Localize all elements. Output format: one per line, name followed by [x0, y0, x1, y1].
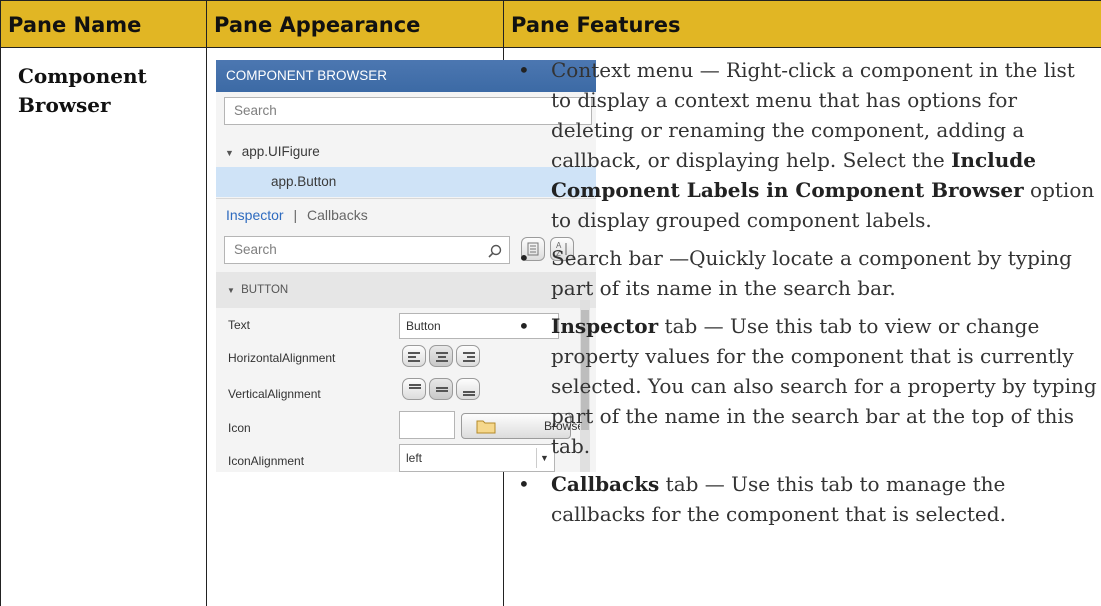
search-icon[interactable]	[488, 244, 502, 258]
callbacks-term: Callbacks	[551, 472, 660, 496]
list-item-callbacks-tab: • Callbacks tab — Use this tab to manage …	[510, 469, 1100, 529]
tree-item-root[interactable]: ▼ app.UIFigure	[225, 144, 320, 159]
vertical-alignment-buttons	[402, 378, 480, 400]
icon-alignment-value: left	[406, 451, 423, 465]
align-bottom-button[interactable]	[456, 378, 480, 400]
tab-inspector[interactable]: Inspector	[226, 207, 284, 223]
pane-name-cell: Component Browser	[18, 62, 198, 120]
inspector-term: Inspector	[551, 314, 659, 338]
property-search-input[interactable]: Search	[224, 236, 510, 264]
bullet: •	[518, 472, 530, 496]
search-bar-text: Search bar —Quickly locate a component b…	[551, 246, 1072, 300]
tree-item-button[interactable]: app.Button	[271, 174, 336, 189]
section-header-label: BUTTON	[241, 284, 289, 296]
inspector-tabs: Inspector | Callbacks	[226, 207, 368, 223]
pane-features-list: • Context menu — Right-click a component …	[510, 55, 1100, 537]
header-pane-features: Pane Features	[511, 13, 681, 37]
chevron-down-icon: ▼	[227, 286, 235, 295]
list-item-context-menu: • Context menu — Right-click a component …	[510, 55, 1100, 235]
pane-table: Pane Name Pane Appearance Pane Features …	[0, 0, 1101, 606]
bullet: •	[518, 246, 530, 270]
align-right-button[interactable]	[456, 345, 480, 367]
align-middle-button[interactable]	[429, 378, 453, 400]
header-pane-appearance: Pane Appearance	[214, 13, 421, 37]
horizontal-alignment-buttons	[402, 345, 480, 367]
tree-item-root-label: app.UIFigure	[241, 144, 320, 159]
property-horizontal-alignment-label: HorizontalAlignment	[228, 351, 336, 365]
property-text-label: Text	[228, 318, 251, 332]
pane-name-line-2: Browser	[18, 93, 111, 117]
align-top-button[interactable]	[402, 378, 426, 400]
tab-separator: |	[293, 207, 298, 223]
folder-icon	[476, 420, 496, 434]
align-center-button[interactable]	[429, 345, 453, 367]
chevron-down-icon: ▼	[225, 148, 234, 158]
tab-callbacks[interactable]: Callbacks	[307, 207, 368, 223]
bullet: •	[518, 58, 530, 82]
list-item-inspector-tab: • Inspector tab — Use this tab to view or…	[510, 311, 1100, 461]
pane-name-line-1: Component	[18, 64, 147, 88]
property-vertical-alignment-label: VerticalAlignment	[228, 387, 321, 401]
bullet: •	[518, 314, 530, 338]
property-icon-alignment-label: IconAlignment	[228, 454, 305, 468]
table-border-left	[0, 0, 1, 606]
align-left-button[interactable]	[402, 345, 426, 367]
property-icon-label: Icon	[228, 421, 251, 435]
header-pane-name: Pane Name	[8, 13, 142, 37]
column-divider-1	[206, 0, 207, 606]
property-icon-field[interactable]	[399, 411, 455, 439]
list-item-search-bar: • Search bar —Quickly locate a component …	[510, 243, 1100, 303]
